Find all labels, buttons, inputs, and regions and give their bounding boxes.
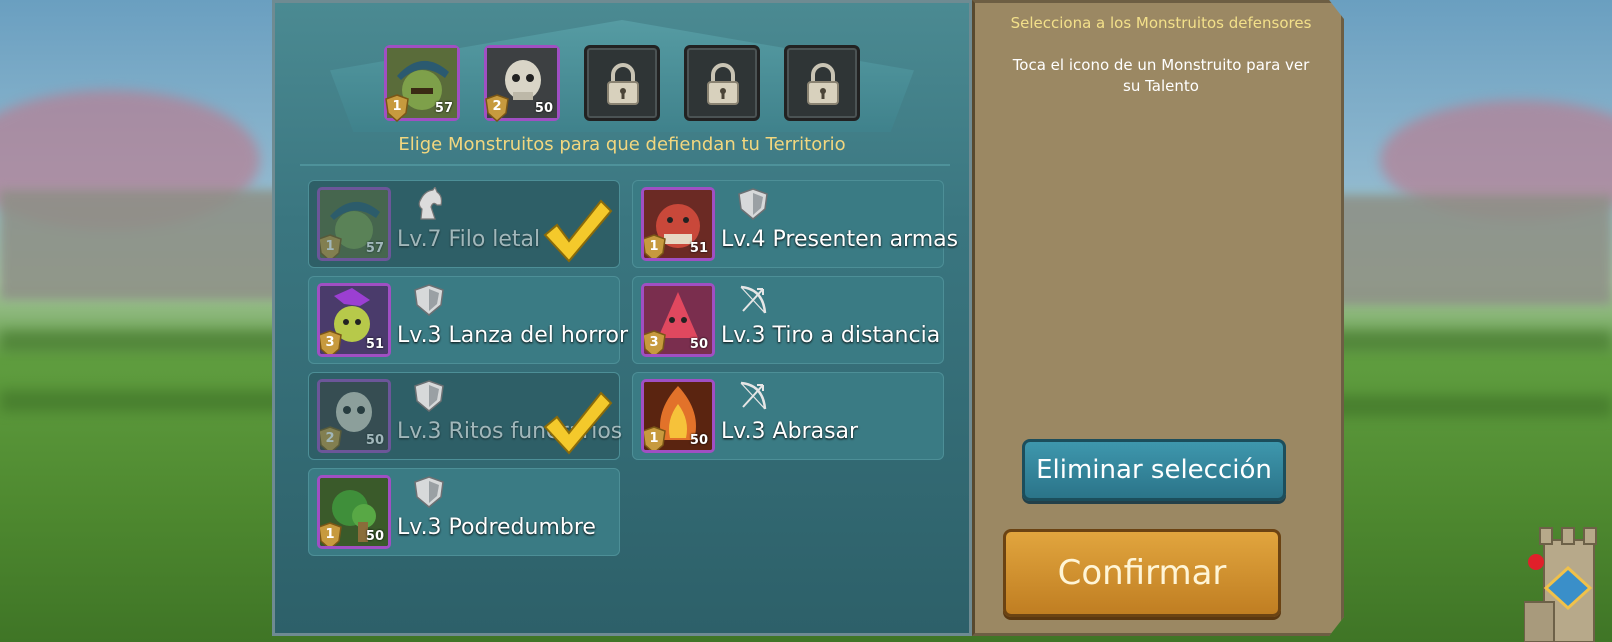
- level-label: 50: [365, 433, 384, 448]
- lock-icon: [707, 63, 739, 105]
- level-label: 50: [689, 337, 708, 352]
- familiar-name: Lv.3 Tiro a distancia: [721, 323, 941, 348]
- lock-icon: [807, 63, 839, 105]
- level-label: 50: [689, 433, 708, 448]
- rank-badge: 1: [385, 94, 409, 123]
- level-label: 51: [365, 337, 384, 352]
- familiar-card-podredumbre[interactable]: 1 50 Lv.3 Podredumbre: [308, 468, 620, 556]
- familiar-portrait: 1 51: [641, 187, 715, 261]
- defender-slot-1[interactable]: 1 57: [384, 45, 460, 123]
- rank-badge: 3: [320, 330, 342, 354]
- rank-badge: 1: [644, 426, 666, 450]
- familiar-card-presenten-armas[interactable]: 1 51 Lv.4 Presenten armas: [632, 180, 958, 268]
- level-label: 57: [434, 101, 453, 116]
- panel-subtitle: Elige Monstruitos para que defiendan tu …: [398, 134, 846, 155]
- familiar-card-filo-letal[interactable]: 1 57 Lv.7 Filo letal: [308, 180, 620, 268]
- checkmark-icon: [543, 391, 613, 455]
- bow-icon: [740, 381, 767, 410]
- shield-icon: [414, 476, 444, 508]
- clear-selection-button[interactable]: Eliminar selección: [1022, 439, 1286, 501]
- familiar-name: Lv.7 Filo letal: [397, 227, 541, 252]
- rank-badge: 2: [485, 94, 509, 123]
- rank-badge: 3: [644, 330, 666, 354]
- level-label: 50: [365, 529, 384, 544]
- notification-dot: [1528, 554, 1544, 570]
- confirm-button[interactable]: Confirmar: [1003, 529, 1281, 617]
- familiar-card-tiro-a-distancia[interactable]: 3 50 Lv.3 Tiro a distancia: [632, 276, 944, 364]
- side-title: Selecciona a los Monstruitos defensores: [1010, 14, 1312, 32]
- rank-badge: 1: [320, 522, 342, 546]
- divider: [300, 164, 950, 166]
- horse-icon: [418, 187, 443, 220]
- defender-slot-2[interactable]: 2 50: [484, 45, 560, 123]
- shield-icon: [414, 380, 444, 412]
- checkmark-icon: [543, 199, 613, 263]
- castle-menu-icon[interactable]: [1524, 524, 1612, 642]
- shield-icon: [414, 284, 444, 316]
- shield-icon: [738, 188, 768, 220]
- level-label: 50: [534, 101, 553, 116]
- familiar-name: Lv.3 Abrasar: [721, 419, 859, 444]
- familiar-name: Lv.3 Lanza del horror: [397, 323, 628, 348]
- familiar-name: Lv.4 Presenten armas: [721, 227, 959, 252]
- familiar-portrait: 1 50: [641, 379, 715, 453]
- familiar-portrait: 3 51: [317, 283, 391, 357]
- defender-slot-5-locked[interactable]: [784, 45, 860, 121]
- familiar-name: Lv.3 Podredumbre: [397, 515, 596, 540]
- level-label: 57: [365, 241, 384, 256]
- bow-icon: [740, 285, 767, 314]
- familiar-card-abrasar[interactable]: 1 50 Lv.3 Abrasar: [632, 372, 944, 460]
- info-side-panel: Selecciona a los Monstruitos defensores …: [972, 0, 1344, 636]
- side-hint: Toca el icono de un Monstruito para ver …: [1012, 56, 1310, 95]
- defender-slot-4-locked[interactable]: [684, 45, 760, 121]
- familiar-portrait: 3 50: [641, 283, 715, 357]
- lock-icon: [607, 63, 639, 105]
- familiar-portrait: 2 50: [317, 379, 391, 453]
- familiar-card-lanza-del-horror[interactable]: 3 51 Lv.3 Lanza del horror: [308, 276, 628, 364]
- familiar-portrait: 1 57: [317, 187, 391, 261]
- familiar-portrait: 1 50: [317, 475, 391, 549]
- defender-slot-3-locked[interactable]: [584, 45, 660, 121]
- level-label: 51: [689, 241, 708, 256]
- familiar-card-ritos-funerarios[interactable]: 2 50 Lv.3 Ritos funerarios: [308, 372, 622, 460]
- rank-badge: 1: [320, 234, 342, 258]
- rank-badge: 1: [644, 234, 666, 258]
- rank-badge: 2: [320, 426, 342, 450]
